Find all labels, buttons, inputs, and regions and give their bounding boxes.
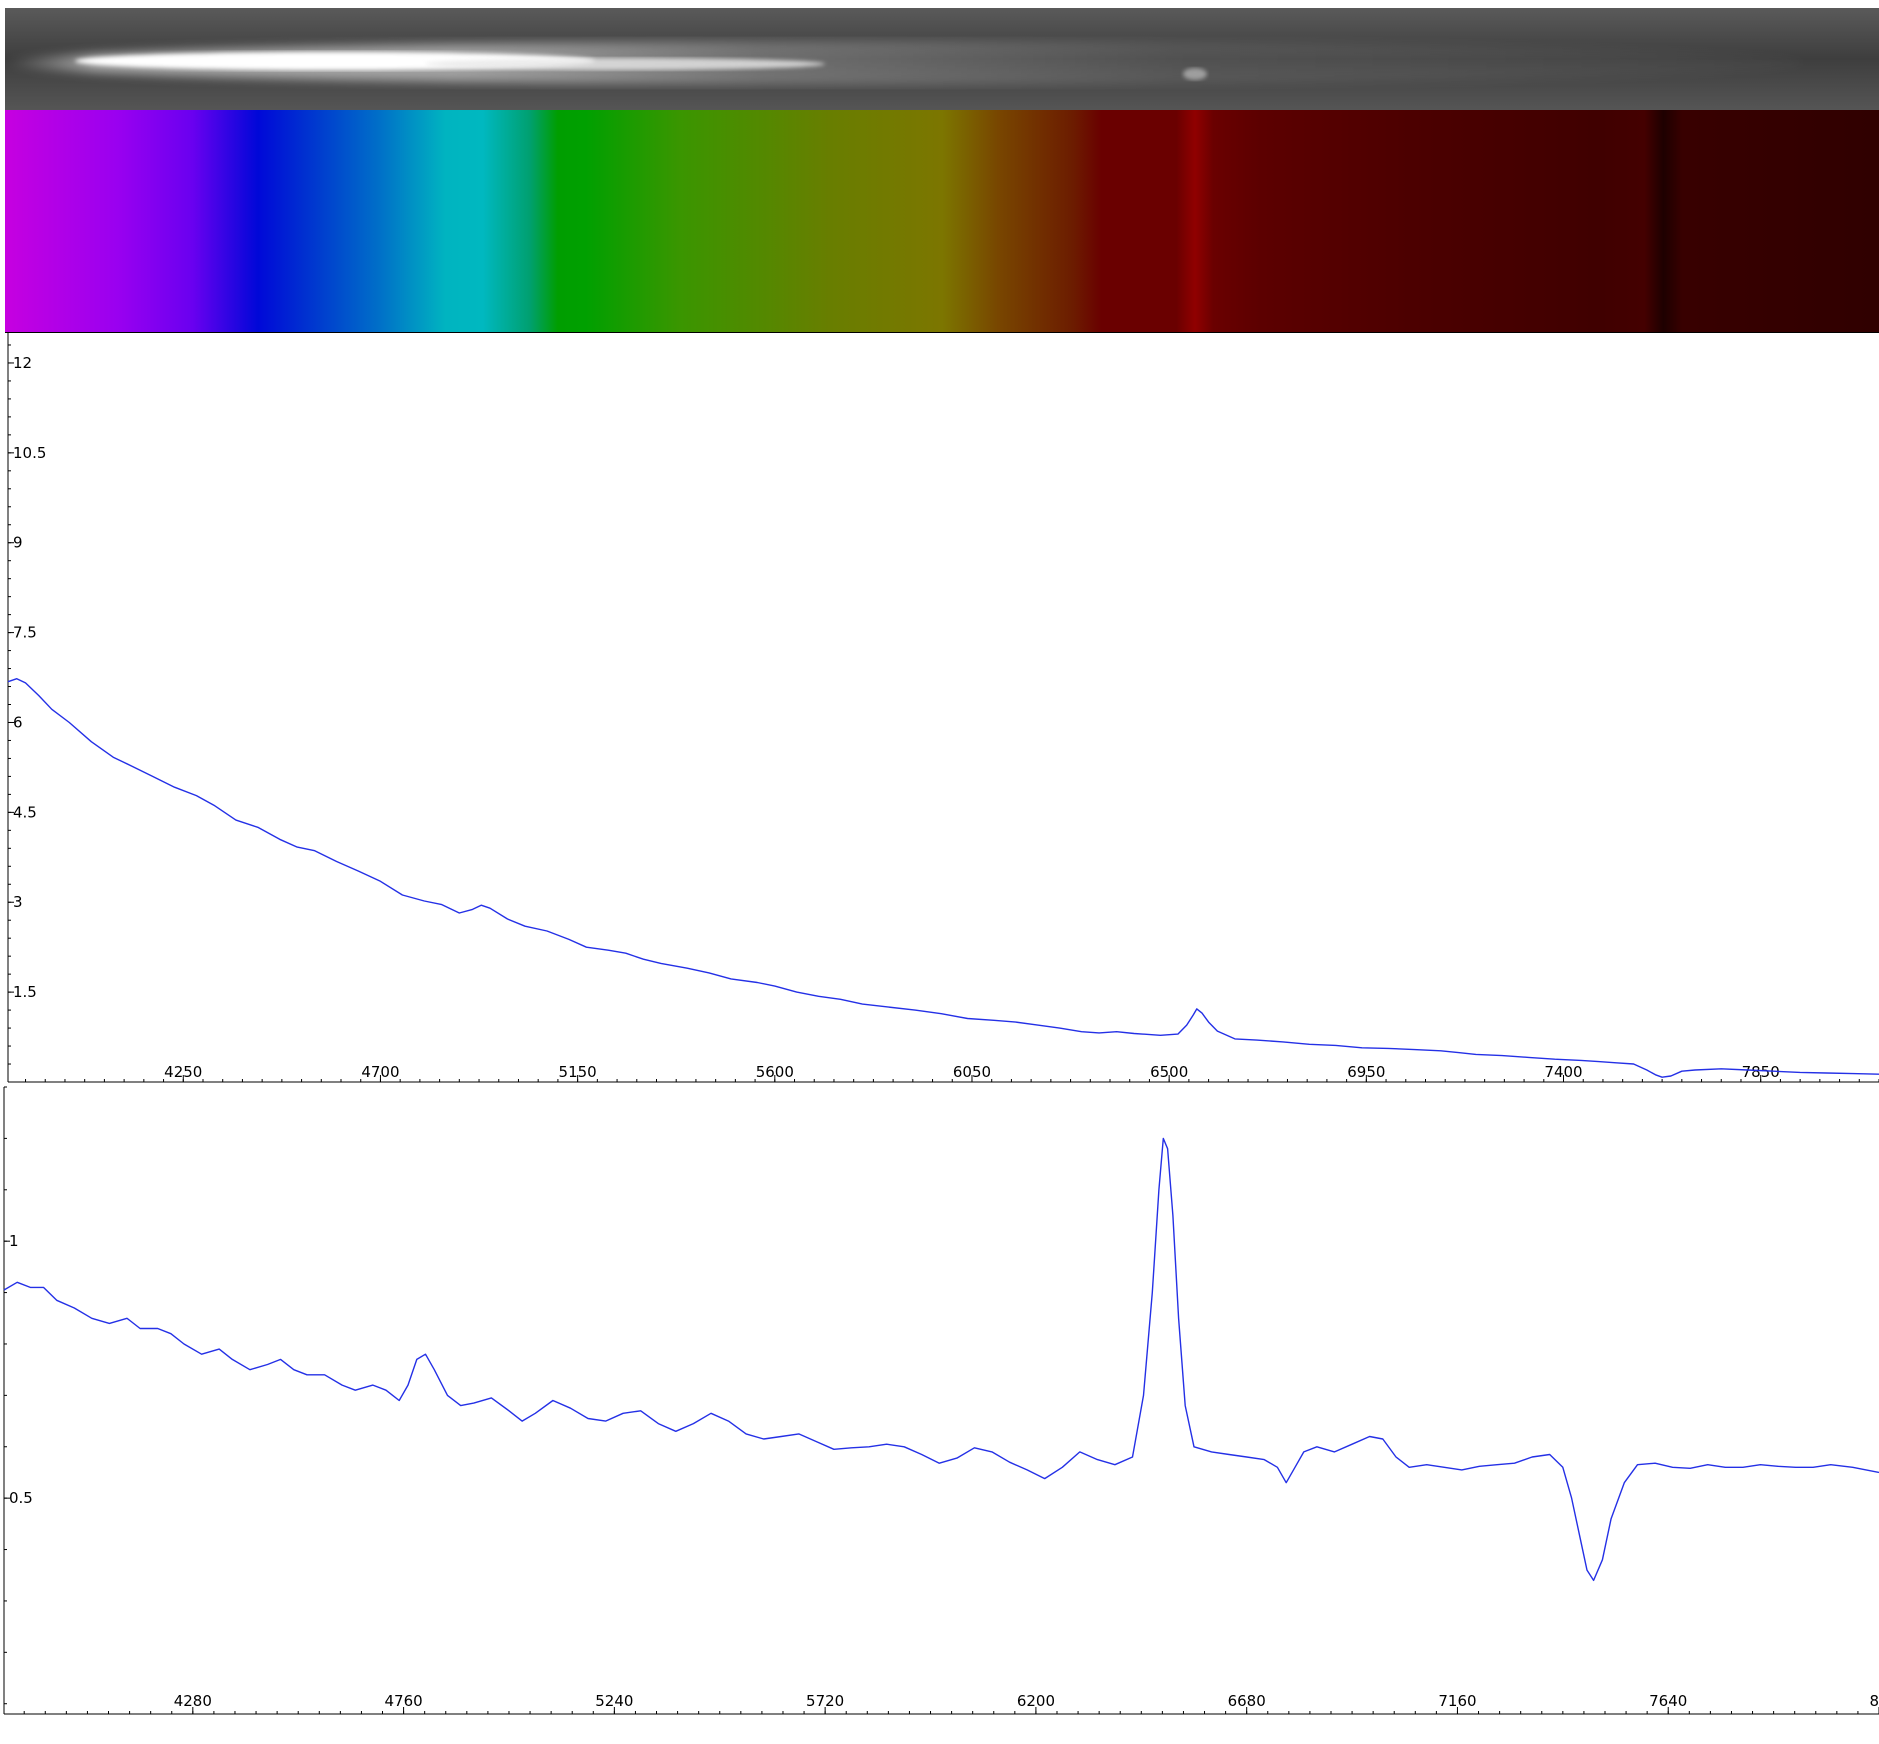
y-tick-label: 3 [13,893,23,911]
series-line [3,1137,1879,1582]
spectrum-charts: 4250 4700 5150 5600 6050 6500 6950 7400 7850 1.5 3… [3,333,1879,1715]
x-tick-label: 7400 [1544,1063,1582,1081]
flux-chart: 4250 4700 5150 5600 6050 6500 6950 7400 7850 1.5 3… [7,333,1879,1083]
x-tick-label: 6050 [953,1063,991,1081]
y-tick-label: 6 [13,713,23,731]
y-tick-label: 10.5 [13,444,46,462]
x-tick-label: 5240 [595,1692,633,1710]
x-tick-label: 4280 [174,1692,212,1710]
x-tick-label: 5150 [559,1063,597,1081]
y-tick-label: 9 [13,534,23,552]
x-tick-label: 4760 [384,1692,422,1710]
x-tick-label: 7160 [1438,1692,1476,1710]
y-tick-label: 1 [9,1232,19,1250]
y-tick-label: 7.5 [13,624,37,642]
x-tick-label: 7640 [1649,1692,1687,1710]
x-tick-label: 4700 [361,1063,399,1081]
x-tick-label: 7850 [1742,1063,1780,1081]
x-tick-label: 6200 [1017,1692,1055,1710]
series-line [7,678,1879,1078]
x-tick-label: 4250 [164,1063,202,1081]
y-tick-label: 0.5 [9,1489,33,1507]
x-tick-label: 6680 [1228,1692,1266,1710]
normalized-chart: 4280 4760 5240 5720 6200 6680 7160 7640 81 0.5 1 [3,1086,1879,1715]
x-tick-label: 5600 [756,1063,794,1081]
x-tick-label: 6950 [1347,1063,1385,1081]
y-tick-label: 1.5 [13,983,37,1001]
x-tick-label: 6500 [1150,1063,1188,1081]
y-tick-label: 12 [13,354,32,372]
y-tick-label: 4.5 [13,803,37,821]
x-tick-label: 81 [1869,1692,1879,1710]
x-tick-label: 5720 [806,1692,844,1710]
